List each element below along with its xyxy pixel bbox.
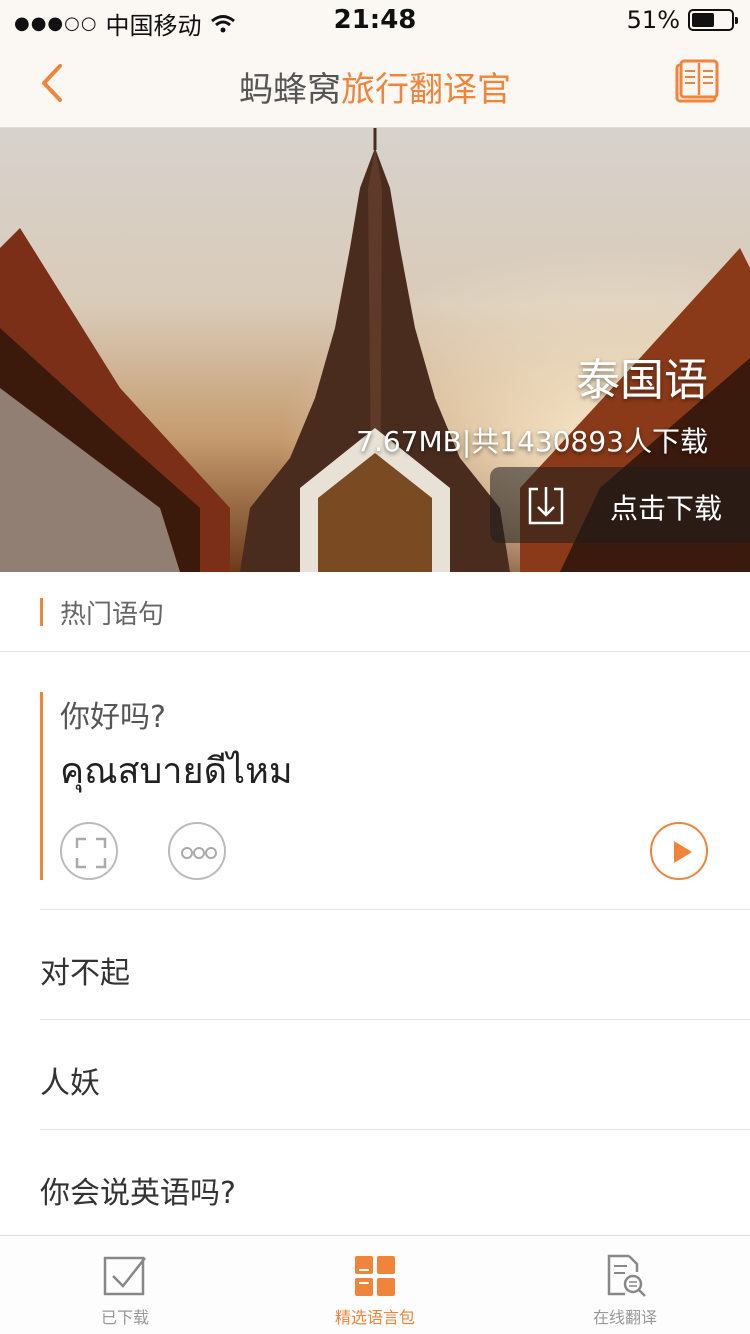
hero-banner: 泰国语 7.67MB|共1430893人下载 点击下载 bbox=[0, 128, 750, 572]
play-audio-button[interactable] bbox=[650, 822, 708, 880]
play-icon bbox=[674, 841, 692, 863]
section-accent-bar bbox=[40, 598, 43, 626]
book-icon bbox=[675, 59, 719, 103]
divider bbox=[40, 1019, 750, 1020]
phrase-item-sorry[interactable]: 对不起 bbox=[40, 948, 130, 992]
package-meta: 7.67MB|共1430893人下载 bbox=[356, 425, 708, 458]
status-bar: ●●●○○ 中国移动 21:48 51% bbox=[0, 0, 750, 40]
language-name: 泰国语 bbox=[576, 355, 708, 406]
fullscreen-icon bbox=[75, 837, 107, 869]
battery-icon bbox=[688, 9, 738, 31]
tab-label: 已下载 bbox=[100, 1308, 149, 1327]
fullscreen-button[interactable] bbox=[60, 822, 118, 880]
download-icon bbox=[528, 487, 564, 525]
tab-label: 在线翻译 bbox=[592, 1308, 657, 1327]
grid-package-icon bbox=[355, 1256, 395, 1296]
status-right: 51% bbox=[626, 6, 738, 34]
phrase-item-ladyboy[interactable]: 人妖 bbox=[40, 1058, 100, 1102]
more-button[interactable] bbox=[168, 822, 226, 880]
battery-percent: 51% bbox=[626, 6, 680, 34]
title-brand: 蚂蜂窝 bbox=[239, 70, 341, 110]
tab-label: 精选语言包 bbox=[334, 1308, 415, 1327]
tab-downloaded[interactable]: 已下载 bbox=[0, 1236, 250, 1334]
page-title: 蚂蜂窝旅行翻译官 bbox=[0, 62, 750, 111]
phrase-chinese: 你好吗? bbox=[60, 700, 166, 735]
section-header: 热门语句 bbox=[0, 572, 750, 652]
divider bbox=[40, 1129, 750, 1130]
tab-bar: 已下载 精选语言包 在线翻译 bbox=[0, 1235, 750, 1334]
card-accent-bar bbox=[40, 692, 43, 880]
selected-phrase-card[interactable]: 你好吗? คุณสบายดีไหม bbox=[40, 692, 710, 880]
title-product: 旅行翻译官 bbox=[341, 70, 511, 110]
checkbox-icon bbox=[103, 1256, 146, 1296]
download-label: 点击下载 bbox=[610, 492, 723, 525]
document-search-icon bbox=[607, 1254, 646, 1297]
section-title: 热门语句 bbox=[60, 600, 165, 630]
tab-online-translate[interactable]: 在线翻译 bbox=[500, 1236, 750, 1334]
download-button[interactable]: 点击下载 bbox=[490, 467, 750, 543]
phrase-thai: คุณสบายดีไหม bbox=[60, 751, 293, 792]
nav-bar: 蚂蜂窝旅行翻译官 bbox=[0, 40, 750, 128]
tab-featured-packages[interactable]: 精选语言包 bbox=[250, 1236, 500, 1334]
divider bbox=[40, 909, 750, 910]
phrase-item-speak-english[interactable]: 你会说英语吗? bbox=[40, 1168, 236, 1212]
more-icon bbox=[181, 847, 217, 859]
phrasebook-button[interactable] bbox=[672, 58, 722, 108]
